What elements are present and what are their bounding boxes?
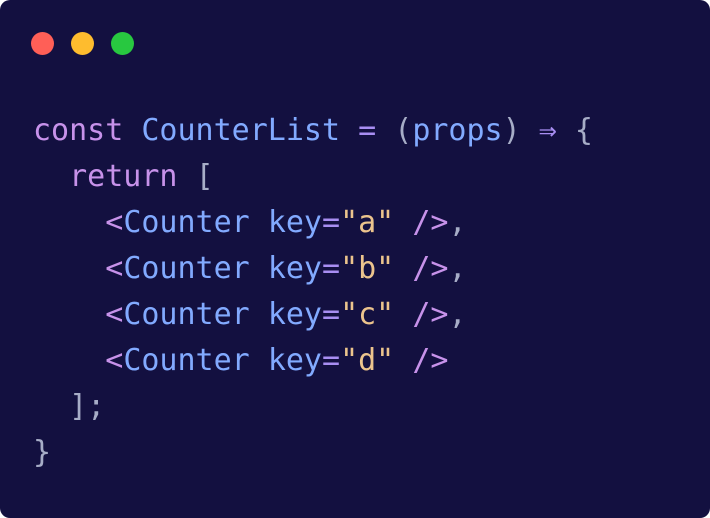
code-token: = (322, 205, 341, 240)
code-token: , (448, 251, 467, 286)
code-token: /> (412, 251, 449, 286)
code-token: props (412, 113, 503, 148)
code-token: = (322, 297, 341, 332)
code-token: , (448, 297, 467, 332)
code-token: return (69, 159, 178, 194)
code-line: ]; (33, 384, 593, 430)
code-token: /> (412, 297, 449, 332)
code-token: key (267, 343, 322, 378)
code-token: "d" (340, 343, 395, 378)
code-token: /> (412, 205, 449, 240)
code-token: [ (195, 159, 214, 194)
code-token: "a" (340, 205, 395, 240)
code-token: } (33, 435, 52, 470)
code-line: <Counter key="b" />, (33, 246, 593, 292)
code-token: < (105, 343, 124, 378)
code-token: Counter (123, 297, 250, 332)
code-token: Counter (123, 205, 250, 240)
code-token: /> (412, 343, 449, 378)
code-line: } (33, 430, 593, 476)
code-token: ]; (69, 389, 106, 424)
code-line: <Counter key="a" />, (33, 200, 593, 246)
code-token: = (358, 113, 377, 148)
code-token: < (105, 297, 124, 332)
code-token: "b" (340, 251, 395, 286)
code-token: ( (394, 113, 413, 148)
code-window: const CounterList = (props) ⇒ { return [… (0, 0, 710, 518)
code-token: < (105, 205, 124, 240)
code-token: Counter (123, 251, 250, 286)
zoom-window-button[interactable] (111, 32, 134, 55)
code-token: ) (502, 113, 521, 148)
code-line: const CounterList = (props) ⇒ { (33, 108, 593, 154)
code-token: Counter (123, 343, 250, 378)
code-token: ⇒ (538, 113, 557, 148)
code-token: = (322, 251, 341, 286)
code-token: key (267, 205, 322, 240)
code-line: <Counter key="d" /> (33, 338, 593, 384)
code-line: return [ (33, 154, 593, 200)
close-window-button[interactable] (31, 32, 54, 55)
code-block: const CounterList = (props) ⇒ { return [… (33, 108, 593, 476)
code-token: "c" (340, 297, 395, 332)
code-token: CounterList (141, 113, 341, 148)
code-token: key (267, 251, 322, 286)
code-token: const (33, 113, 124, 148)
code-token: , (448, 205, 467, 240)
code-token: key (267, 297, 322, 332)
minimize-window-button[interactable] (71, 32, 94, 55)
code-line: <Counter key="c" />, (33, 292, 593, 338)
code-token: { (574, 113, 593, 148)
window-controls (31, 32, 134, 55)
code-token: = (322, 343, 341, 378)
code-token: < (105, 251, 124, 286)
